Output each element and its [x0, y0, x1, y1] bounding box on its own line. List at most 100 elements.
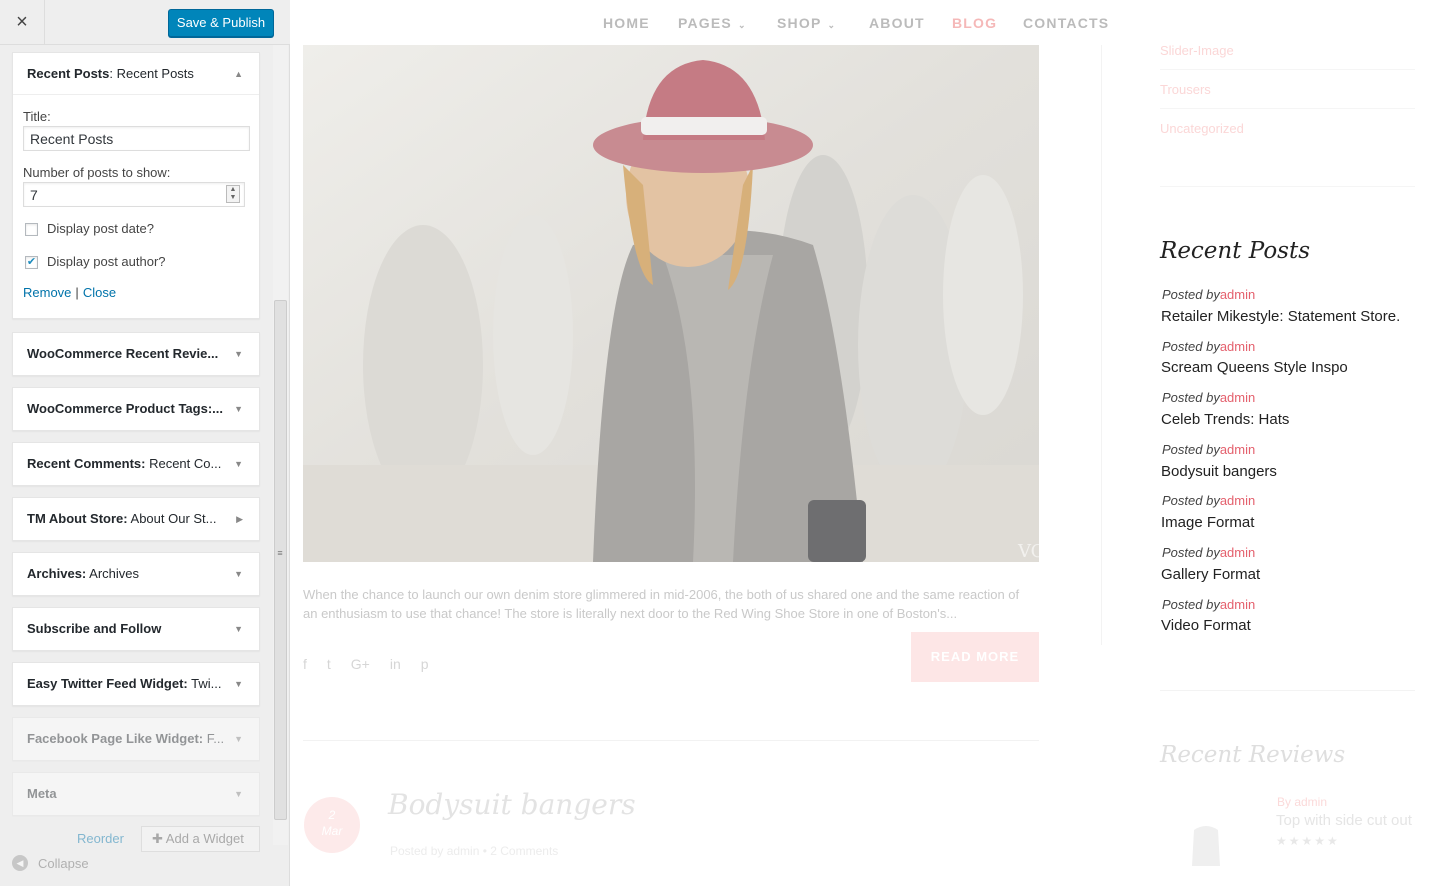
recent-post-link[interactable]: Retailer Mikestyle: Statement Store.: [1161, 308, 1400, 325]
post-meta: Posted byadmin: [1162, 339, 1256, 354]
linkedin-icon[interactable]: in: [390, 656, 401, 672]
post-featured-image[interactable]: VOG: [303, 45, 1039, 562]
title-label: Title:: [23, 109, 51, 124]
main-navigation: HOME PAGES ⌄ SHOP ⌄ ABOUT BLOG CONTACTS: [290, 0, 1433, 45]
sidebar-divider: [1101, 45, 1102, 645]
recent-post-link[interactable]: Scream Queens Style Inspo: [1161, 359, 1348, 376]
facebook-icon[interactable]: f: [303, 656, 307, 672]
widget-woocommerce-product-tags[interactable]: WooCommerce Product Tags:... ▼: [12, 387, 260, 431]
widget-type: Recent Comments:: [27, 456, 146, 471]
post-meta: Posted by admin • 2 Comments: [390, 844, 559, 858]
widget-header[interactable]: Recent Posts: Recent Posts ▲: [13, 53, 259, 95]
close-link[interactable]: Close: [83, 285, 116, 300]
widget-type: Archives:: [27, 566, 87, 581]
share-icons: f t G+ in p: [303, 656, 429, 672]
widget-archives[interactable]: Archives: Archives ▼: [12, 552, 260, 596]
widget-easy-twitter-feed[interactable]: Easy Twitter Feed Widget: Twi... ▼: [12, 662, 260, 706]
nav-shop-label: SHOP: [777, 15, 822, 31]
display-date-checkbox[interactable]: [25, 223, 38, 236]
author-link[interactable]: admin: [1220, 390, 1255, 405]
scrollbar-thumb[interactable]: [274, 300, 287, 820]
product-thumbnail[interactable]: [1180, 820, 1232, 868]
category-link[interactable]: Slider-Image: [1160, 43, 1234, 58]
nav-shop[interactable]: SHOP ⌄: [777, 15, 836, 31]
widget-title: Twi...: [187, 676, 222, 691]
widget-title: Recent Co...: [145, 456, 222, 471]
number-input[interactable]: [23, 182, 245, 207]
nav-pages[interactable]: PAGES ⌄: [678, 15, 747, 31]
recent-post-link[interactable]: Image Format: [1161, 514, 1254, 531]
widget-tm-about-store[interactable]: TM About Store: About Our St... ▶: [12, 497, 260, 541]
author-link[interactable]: admin: [1220, 442, 1255, 457]
author-link[interactable]: admin: [1220, 545, 1255, 560]
widget-type: Meta: [27, 786, 57, 801]
review-product-link[interactable]: Top with side cut out: [1276, 812, 1412, 829]
nav-about[interactable]: ABOUT: [869, 15, 925, 31]
recent-post-link[interactable]: Bodysuit bangers: [1161, 463, 1277, 480]
widget-type: Recent Posts: [27, 66, 110, 81]
recent-post-link[interactable]: Video Format: [1161, 617, 1251, 634]
number-stepper[interactable]: ▲ ▼: [226, 185, 240, 203]
pinterest-icon[interactable]: p: [421, 656, 429, 672]
category-link[interactable]: Uncategorized: [1160, 121, 1244, 136]
author-link[interactable]: admin: [1220, 597, 1255, 612]
read-more-button[interactable]: READ MORE: [911, 632, 1039, 682]
close-customizer-button[interactable]: ×: [0, 0, 45, 45]
grip-icon: ≡: [277, 548, 283, 558]
collapse-arrow-icon: ◀: [12, 855, 28, 871]
fashion-photo: VOG: [303, 45, 1039, 562]
post-divider: [303, 740, 1039, 741]
widget-type: TM About Store:: [27, 511, 128, 526]
post-title[interactable]: Bodysuit bangers: [388, 788, 636, 821]
collapse-button[interactable]: ◀ Collapse: [12, 855, 89, 871]
expand-arrow-icon[interactable]: ▼: [234, 388, 243, 430]
chevron-down-icon: ⌄: [737, 20, 747, 30]
widget-subscribe-follow[interactable]: Subscribe and Follow ▼: [12, 607, 260, 651]
remove-link[interactable]: Remove: [23, 285, 71, 300]
add-widget-button[interactable]: ✚ Add a Widget: [141, 826, 260, 852]
review-author: By admin: [1277, 795, 1328, 809]
widget-meta[interactable]: Meta ▼: [12, 772, 260, 816]
post-excerpt: When the chance to launch our own denim …: [303, 587, 1020, 621]
author-link[interactable]: admin: [1220, 493, 1255, 508]
reorder-link[interactable]: Reorder: [77, 831, 124, 846]
expand-arrow-icon[interactable]: ▼: [234, 608, 243, 650]
nav-contacts[interactable]: CONTACTS: [1023, 15, 1109, 31]
post-month: Mar: [321, 824, 343, 838]
expand-arrow-icon[interactable]: ▼: [234, 333, 243, 375]
collapse-arrow-icon[interactable]: ▲: [234, 53, 243, 94]
author-link[interactable]: admin: [1220, 287, 1255, 302]
twitter-icon[interactable]: t: [327, 656, 331, 672]
title-input[interactable]: [23, 126, 250, 151]
widget-type: WooCommerce Recent Revie...: [27, 346, 219, 361]
recent-post-link[interactable]: Gallery Format: [1161, 566, 1260, 583]
save-publish-button[interactable]: Save & Publish: [168, 9, 274, 37]
post-date-badge: 2 Mar: [304, 797, 360, 853]
nav-home[interactable]: HOME: [603, 15, 650, 31]
nav-blog[interactable]: BLOG: [952, 15, 997, 31]
widget-woocommerce-recent-reviews[interactable]: WooCommerce Recent Revie... ▼: [12, 332, 260, 376]
post-meta: Posted byadmin: [1162, 390, 1256, 405]
expand-arrow-icon[interactable]: ▼: [234, 443, 243, 485]
author-link[interactable]: admin: [1220, 339, 1255, 354]
category-divider: [1160, 108, 1415, 109]
widget-title: About Our St...: [127, 511, 217, 526]
widget-facebook-page-like[interactable]: Facebook Page Like Widget: F... ▼: [12, 717, 260, 761]
expand-arrow-icon[interactable]: ▼: [234, 718, 243, 760]
post-day: 2: [328, 808, 336, 822]
category-link[interactable]: Trousers: [1160, 82, 1211, 97]
display-author-checkbox[interactable]: ✔: [25, 256, 38, 269]
google-plus-icon[interactable]: G+: [351, 656, 370, 672]
recent-posts-heading: Recent Posts: [1160, 238, 1311, 264]
expand-arrow-icon[interactable]: ▼: [234, 773, 243, 815]
plus-icon: ✚: [152, 831, 166, 846]
expand-arrow-icon[interactable]: ▼: [234, 663, 243, 705]
chevron-down-icon: ⌄: [827, 20, 837, 30]
expand-arrow-icon[interactable]: ▶: [236, 498, 243, 540]
expand-arrow-icon[interactable]: ▼: [234, 553, 243, 595]
widget-recent-comments[interactable]: Recent Comments: Recent Co... ▼: [12, 442, 260, 486]
star-rating: ★★★★★: [1276, 834, 1340, 848]
recent-post-link[interactable]: Celeb Trends: Hats: [1161, 411, 1289, 428]
customizer-sidebar: × Save & Publish Recent Posts: Recent Po…: [0, 0, 290, 886]
widget-recent-posts: Recent Posts: Recent Posts ▲ Title: Numb…: [12, 52, 260, 319]
